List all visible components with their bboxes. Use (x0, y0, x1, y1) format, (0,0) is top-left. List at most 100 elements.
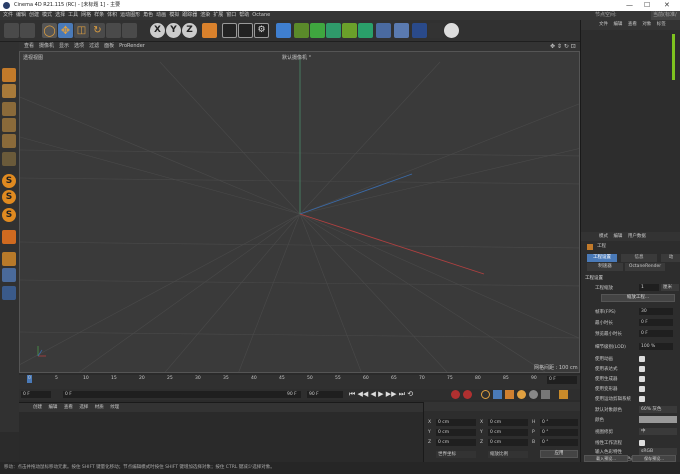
close-icon[interactable]: ✕ (664, 0, 670, 11)
mat-menu-select[interactable]: 选择 (79, 405, 88, 410)
texture-mode-icon[interactable] (2, 84, 16, 98)
timeline-ruler[interactable]: 0 5 10 15 20 25 30 35 40 45 50 55 60 65 … (19, 373, 580, 389)
menu-tools[interactable]: 工具 (68, 12, 78, 18)
render-view-icon[interactable] (222, 23, 237, 38)
load-preset-button[interactable]: 载入预设... (584, 455, 628, 462)
clipping-dropdown[interactable]: 中 (639, 428, 677, 435)
camera-label[interactable]: 默认摄像机 ° (282, 54, 311, 61)
attr-menu-edit[interactable]: 编辑 (613, 234, 622, 239)
rot-h-field[interactable]: 0 ° (540, 419, 578, 426)
cloner-icon[interactable] (326, 23, 341, 38)
start-frame-field[interactable]: 0 F (63, 391, 301, 398)
minimize-icon[interactable]: — (626, 0, 633, 11)
attr-menu-mode[interactable]: 模式 (599, 234, 608, 239)
size-x-field[interactable]: 0 cm (488, 419, 528, 426)
input-color-dropdown[interactable]: sRGB (639, 448, 677, 455)
pos-y-field[interactable]: 0 cm (436, 429, 476, 436)
pos-z-field[interactable]: 0 cm (436, 439, 476, 446)
use-expression-checkbox[interactable] (639, 366, 645, 372)
viewport-nav-icons[interactable]: ✥ ⇕ ↻ ⊡ (550, 42, 576, 51)
menu-volume[interactable]: 体积 (107, 12, 117, 18)
key-scale-icon[interactable] (505, 390, 514, 399)
end-frame-field[interactable]: 0 F (547, 376, 577, 384)
key-rotation-icon[interactable] (517, 390, 526, 399)
menu-simulate[interactable]: 模拟 (169, 12, 179, 18)
lod-field[interactable]: 100 % (639, 343, 673, 350)
vp-menu-prorender[interactable]: ProRender (119, 43, 145, 49)
mat-menu-create[interactable]: 创建 (33, 405, 42, 410)
auto-key-icon[interactable] (463, 390, 472, 399)
viewport[interactable]: 透视视图 默认摄像机 ° 网格间距 : 100 cm (19, 51, 580, 373)
obj-menu-view[interactable]: 查看 (628, 22, 637, 27)
x-axis-lock-icon[interactable]: X (150, 23, 165, 38)
sky-icon[interactable] (412, 23, 427, 38)
menu-spline[interactable]: 样条 (94, 12, 104, 18)
solo-icon[interactable] (2, 286, 16, 300)
scale-tool-icon[interactable]: ◫ (74, 23, 89, 38)
use-animation-checkbox[interactable] (639, 356, 645, 362)
recent-tool-icon[interactable] (106, 23, 121, 38)
coordinate-system-icon[interactable] (202, 23, 217, 38)
scale-unit-dropdown[interactable]: 厘米 (661, 284, 679, 291)
mat-menu-edit[interactable]: 编辑 (48, 405, 57, 410)
attr-menu-userdata[interactable]: 用户数据 (628, 234, 646, 239)
locked-workplane-icon[interactable] (2, 252, 16, 266)
redo-icon[interactable] (20, 23, 35, 38)
fps-field[interactable]: 30 (639, 308, 673, 315)
scale-project-button[interactable]: 缩放工程... (601, 294, 675, 302)
snap-icon[interactable]: S (2, 174, 16, 188)
tab-dynamics[interactable]: 动 (661, 254, 680, 262)
menu-extensions[interactable]: 扩展 (213, 12, 223, 18)
keyframe-selection-icon[interactable] (481, 390, 490, 399)
vp-menu-display[interactable]: 显示 (59, 43, 69, 49)
color-swatch[interactable] (639, 416, 677, 423)
menu-edit[interactable]: 编辑 (16, 12, 26, 18)
floor-icon[interactable] (376, 23, 391, 38)
min-time-field[interactable]: 0 F (639, 319, 673, 326)
select-tool-icon[interactable]: ◯ (42, 23, 57, 38)
spline-pen-icon[interactable] (294, 23, 309, 38)
size-y-field[interactable]: 0 cm (488, 429, 528, 436)
deformer-icon[interactable] (342, 23, 357, 38)
mat-menu-material[interactable]: 材质 (95, 405, 104, 410)
axis-mode-icon[interactable] (2, 152, 16, 166)
undo-icon[interactable] (4, 23, 19, 38)
current-frame-field[interactable]: 0 F (21, 391, 51, 398)
linear-workflow-checkbox[interactable] (639, 440, 645, 446)
menu-mograph[interactable]: 运动图形 (120, 12, 140, 18)
use-deformer-checkbox[interactable] (639, 386, 645, 392)
vp-menu-filter[interactable]: 过滤 (89, 43, 99, 49)
points-mode-icon[interactable] (2, 102, 16, 116)
edges-mode-icon[interactable] (2, 118, 16, 132)
use-motion-clip-checkbox[interactable] (639, 396, 645, 402)
tab-info[interactable]: 信息 (621, 254, 657, 262)
model-mode-icon[interactable] (2, 68, 16, 82)
menu-animate[interactable]: 动画 (156, 12, 166, 18)
menu-render[interactable]: 渲染 (200, 12, 210, 18)
menu-mode[interactable]: 模式 (42, 12, 52, 18)
playback-controls[interactable]: ⏮ ◀◀ ◀ ▶ ▶▶ ⏭ ⟲ (349, 389, 413, 399)
obj-menu-tags[interactable]: 标签 (657, 22, 666, 27)
vp-menu-panel[interactable]: 面板 (104, 43, 114, 49)
render-settings-icon[interactable]: ⚙ (254, 23, 269, 38)
menu-octane[interactable]: Octane (252, 12, 270, 18)
tab-project-settings[interactable]: 工程设置 (587, 254, 617, 262)
rot-p-field[interactable]: 0 ° (540, 429, 578, 436)
timeline-window-icon[interactable] (559, 390, 568, 399)
polygons-mode-icon[interactable] (2, 134, 16, 148)
key-param-icon[interactable] (529, 390, 538, 399)
menu-window[interactable]: 窗口 (226, 12, 236, 18)
y-axis-lock-icon[interactable]: Y (166, 23, 181, 38)
recent-tool-2-icon[interactable] (122, 23, 137, 38)
workplane-snap-icon[interactable]: S (2, 208, 16, 222)
planar-workplane-icon[interactable] (2, 268, 16, 282)
maximize-icon[interactable]: ☐ (644, 0, 650, 11)
coord-system-dropdown[interactable]: 世界坐标 (436, 451, 476, 458)
obj-menu-edit[interactable]: 编辑 (613, 22, 622, 27)
move-tool-icon[interactable]: ✥ (58, 23, 73, 38)
tab-octane[interactable]: OctaneRender (625, 263, 665, 271)
size-mode-dropdown[interactable]: 缩放比例 (488, 451, 528, 458)
scale-value-field[interactable]: 1 (639, 284, 659, 291)
key-pla-icon[interactable] (541, 390, 550, 399)
record-icon[interactable] (451, 390, 460, 399)
